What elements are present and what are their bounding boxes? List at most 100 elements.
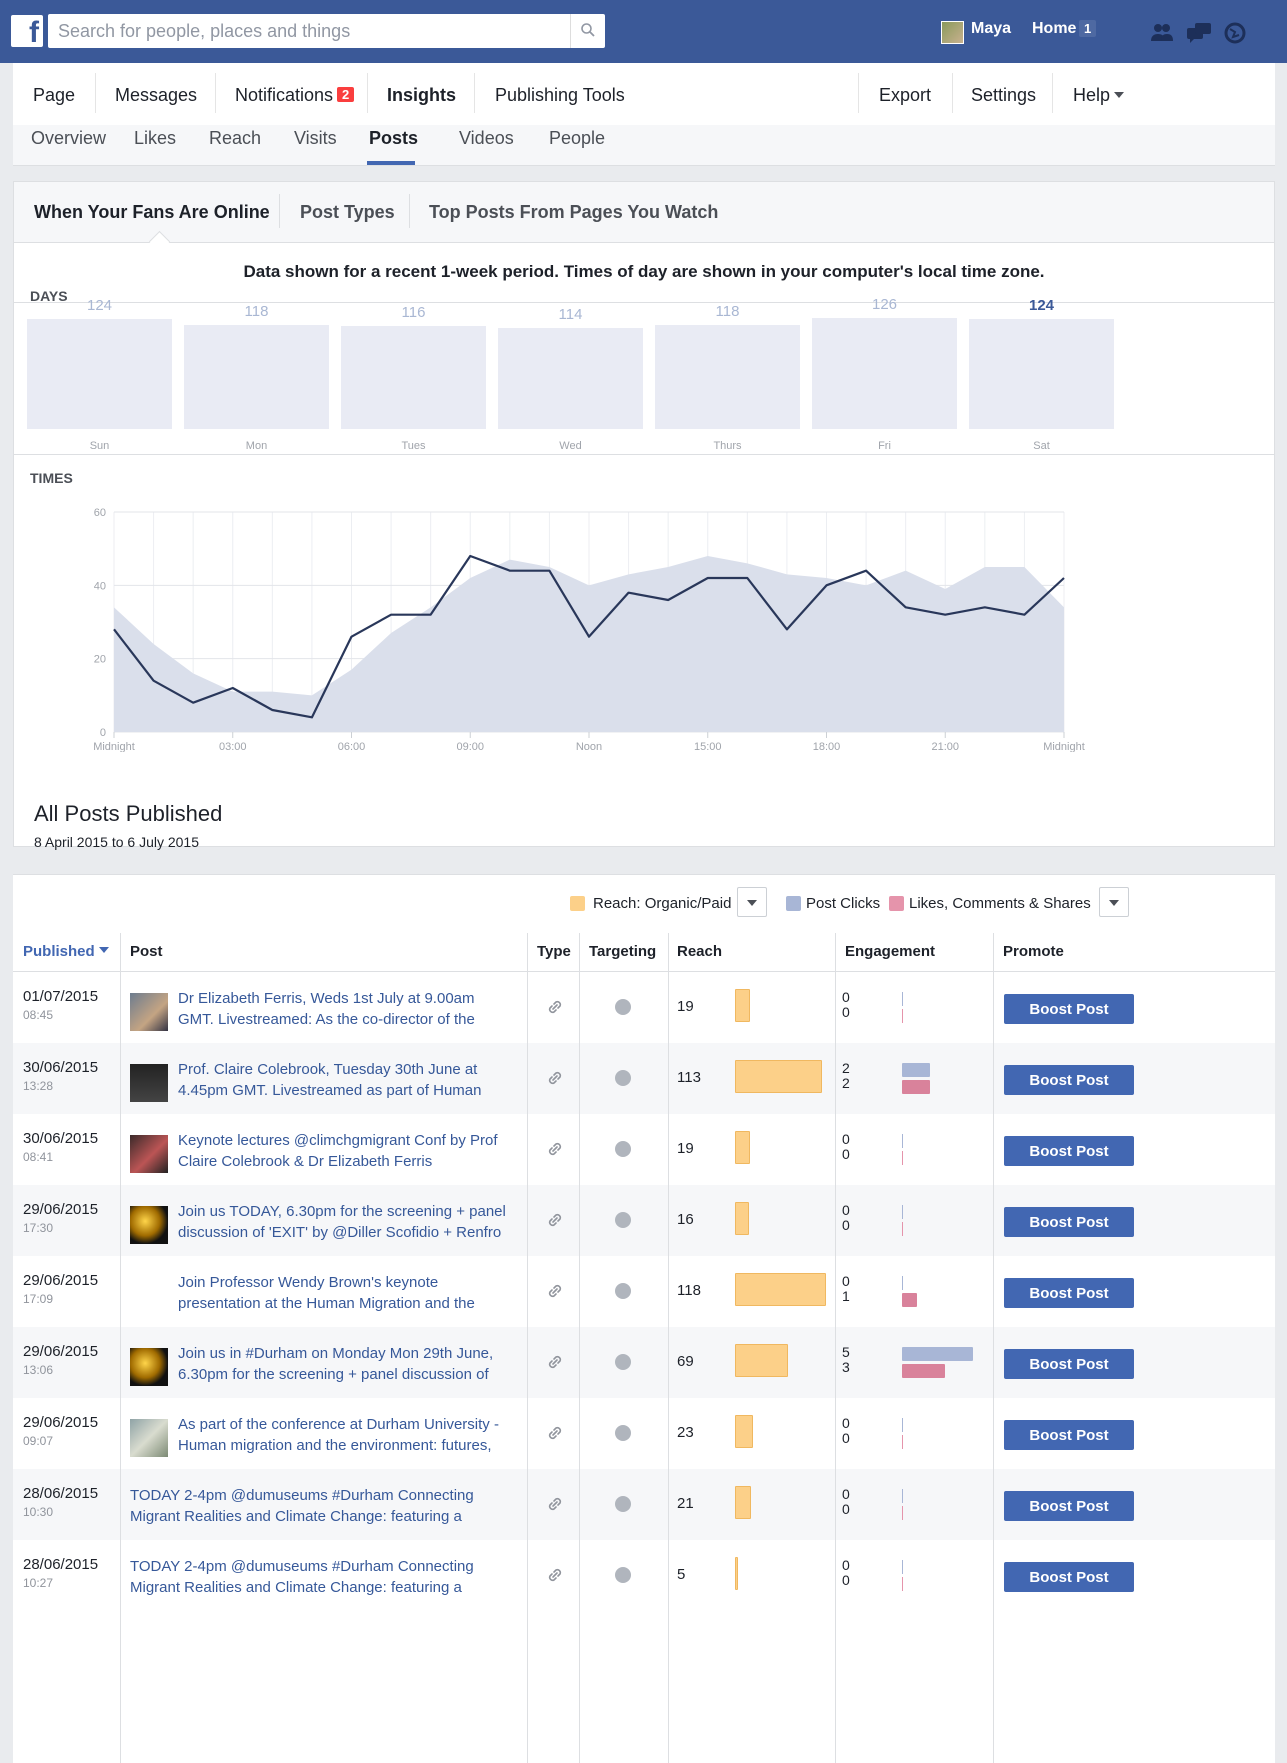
column-promote: Promote bbox=[1003, 943, 1064, 960]
tab-top-posts-pages-you-watch[interactable]: Top Posts From Pages You Watch bbox=[429, 202, 718, 223]
profile-name[interactable]: Maya bbox=[971, 20, 1011, 38]
facebook-logo-icon[interactable]: f bbox=[11, 15, 43, 49]
reach-value: 19 bbox=[677, 998, 694, 1015]
search-button[interactable] bbox=[570, 14, 605, 48]
tab-posts[interactable]: Posts bbox=[369, 128, 418, 149]
post-link[interactable]: As part of the conference at Durham Univ… bbox=[178, 1414, 508, 1456]
boost-post-button[interactable]: Boost Post bbox=[1004, 1278, 1134, 1308]
day-bar[interactable] bbox=[969, 319, 1114, 429]
x-tick-label: 03:00 bbox=[219, 741, 247, 752]
post-thumbnail[interactable] bbox=[130, 1206, 168, 1244]
likes-comments-shares-bar[interactable] bbox=[902, 1080, 930, 1094]
boost-post-button[interactable]: Boost Post bbox=[1004, 994, 1134, 1024]
reach-bar[interactable] bbox=[735, 1557, 738, 1590]
day-label: Fri bbox=[878, 440, 891, 452]
engagement-values: 00 bbox=[842, 1487, 850, 1517]
day-label: Wed bbox=[559, 440, 582, 452]
link-type-icon bbox=[548, 1000, 562, 1014]
nav-notifications[interactable]: Notifications 2 bbox=[235, 85, 355, 106]
day-bar[interactable] bbox=[498, 328, 643, 429]
table-row: 01/07/2015 08:45 Dr Elizabeth Ferris, Weds… bbox=[13, 972, 1275, 1043]
nav-export[interactable]: Export bbox=[879, 85, 931, 106]
globe-notifications-icon[interactable] bbox=[1224, 22, 1246, 44]
post-thumbnail[interactable] bbox=[130, 993, 168, 1031]
reach-bar[interactable] bbox=[735, 1273, 826, 1306]
day-bar[interactable] bbox=[27, 319, 172, 429]
boost-post-button[interactable]: Boost Post bbox=[1004, 1065, 1134, 1095]
post-link[interactable]: Keynote lectures @climchgmigrant Conf by… bbox=[178, 1130, 508, 1172]
messages-icon[interactable] bbox=[1186, 22, 1212, 44]
search-icon bbox=[581, 23, 595, 37]
column-divider bbox=[527, 933, 528, 1763]
day-bar[interactable] bbox=[184, 325, 329, 429]
likes-comments-shares-bar[interactable] bbox=[902, 1364, 945, 1378]
day-bar[interactable] bbox=[812, 318, 957, 429]
boost-post-button[interactable]: Boost Post bbox=[1004, 1136, 1134, 1166]
boost-post-button[interactable]: Boost Post bbox=[1004, 1420, 1134, 1450]
boost-post-button[interactable]: Boost Post bbox=[1004, 1491, 1134, 1521]
day-label: Sun bbox=[89, 440, 110, 452]
tab-visits[interactable]: Visits bbox=[294, 128, 337, 149]
boost-post-button[interactable]: Boost Post bbox=[1004, 1562, 1134, 1592]
nav-settings[interactable]: Settings bbox=[971, 85, 1036, 106]
reach-bar[interactable] bbox=[735, 1344, 788, 1377]
post-clicks-bar bbox=[902, 1134, 903, 1148]
post-link[interactable]: Prof. Claire Colebrook, Tuesday 30th Jun… bbox=[178, 1059, 508, 1101]
post-clicks-bar[interactable] bbox=[902, 1063, 930, 1077]
post-link[interactable]: TODAY 2-4pm @dumuseums #Durham Connectin… bbox=[130, 1556, 480, 1598]
reach-bar[interactable] bbox=[735, 1060, 822, 1093]
search-input[interactable] bbox=[48, 14, 588, 48]
nav-insights[interactable]: Insights bbox=[387, 85, 456, 106]
tab-post-types[interactable]: Post Types bbox=[300, 202, 395, 223]
boost-post-button[interactable]: Boost Post bbox=[1004, 1207, 1134, 1237]
post-clicks-bar bbox=[902, 1276, 903, 1290]
post-thumbnail[interactable] bbox=[130, 1135, 168, 1173]
tab-videos[interactable]: Videos bbox=[459, 128, 514, 149]
day-label: Sat bbox=[1033, 440, 1050, 452]
link-type-icon bbox=[548, 1355, 562, 1369]
day-bar[interactable] bbox=[655, 325, 800, 429]
reach-bar[interactable] bbox=[735, 1131, 750, 1164]
post-link[interactable]: Dr Elizabeth Ferris, Weds 1st July at 9.… bbox=[178, 988, 508, 1030]
home-link[interactable]: Home bbox=[1032, 20, 1076, 38]
link-type-icon bbox=[548, 1497, 562, 1511]
published-time: 17:30 bbox=[23, 1221, 54, 1235]
post-clicks-value: 0 bbox=[842, 1202, 850, 1218]
reach-bar[interactable] bbox=[735, 1202, 749, 1235]
boost-post-button[interactable]: Boost Post bbox=[1004, 1349, 1134, 1379]
post-link[interactable]: Join Professor Wendy Brown's keynote pre… bbox=[178, 1272, 508, 1314]
post-link[interactable]: Join us in #Durham on Monday Mon 29th Ju… bbox=[178, 1343, 508, 1385]
avatar[interactable] bbox=[941, 21, 964, 44]
published-date: 30/06/2015 bbox=[23, 1059, 99, 1076]
post-thumbnail[interactable] bbox=[130, 1419, 168, 1457]
likes-comments-shares-bar[interactable] bbox=[902, 1293, 917, 1307]
reach-metric-dropdown[interactable] bbox=[737, 887, 767, 917]
search-box bbox=[48, 14, 605, 48]
reach-bar[interactable] bbox=[735, 989, 750, 1022]
nav-publishing-tools[interactable]: Publishing Tools bbox=[495, 85, 625, 106]
likes-value: 0 bbox=[842, 1004, 850, 1020]
chevron-down-icon bbox=[1114, 92, 1125, 98]
tab-people[interactable]: People bbox=[549, 128, 605, 149]
column-published[interactable]: Published bbox=[23, 943, 109, 960]
post-link[interactable]: TODAY 2-4pm @dumuseums #Durham Connectin… bbox=[130, 1485, 480, 1527]
post-thumbnail[interactable] bbox=[130, 1064, 168, 1102]
tab-likes[interactable]: Likes bbox=[134, 128, 176, 149]
friend-requests-icon[interactable] bbox=[1150, 22, 1174, 42]
reach-bar[interactable] bbox=[735, 1486, 751, 1519]
published-date: 01/07/2015 bbox=[23, 988, 99, 1005]
tab-when-fans-online[interactable]: When Your Fans Are Online bbox=[34, 202, 270, 223]
reach-bar[interactable] bbox=[735, 1415, 753, 1448]
engagement-metric-dropdown[interactable] bbox=[1099, 887, 1129, 917]
day-bar[interactable] bbox=[341, 326, 486, 429]
nav-messages[interactable]: Messages bbox=[115, 85, 197, 106]
post-clicks-bar[interactable] bbox=[902, 1347, 973, 1361]
tab-reach[interactable]: Reach bbox=[209, 128, 261, 149]
post-clicks-bar bbox=[902, 1560, 903, 1574]
nav-help[interactable]: Help bbox=[1073, 85, 1125, 106]
tab-overview[interactable]: Overview bbox=[31, 128, 106, 149]
nav-page[interactable]: Page bbox=[33, 85, 75, 106]
post-thumbnail[interactable] bbox=[130, 1348, 168, 1386]
post-link[interactable]: Join us TODAY, 6.30pm for the screening … bbox=[178, 1201, 508, 1243]
legend-post-clicks: Post Clicks bbox=[806, 895, 881, 912]
